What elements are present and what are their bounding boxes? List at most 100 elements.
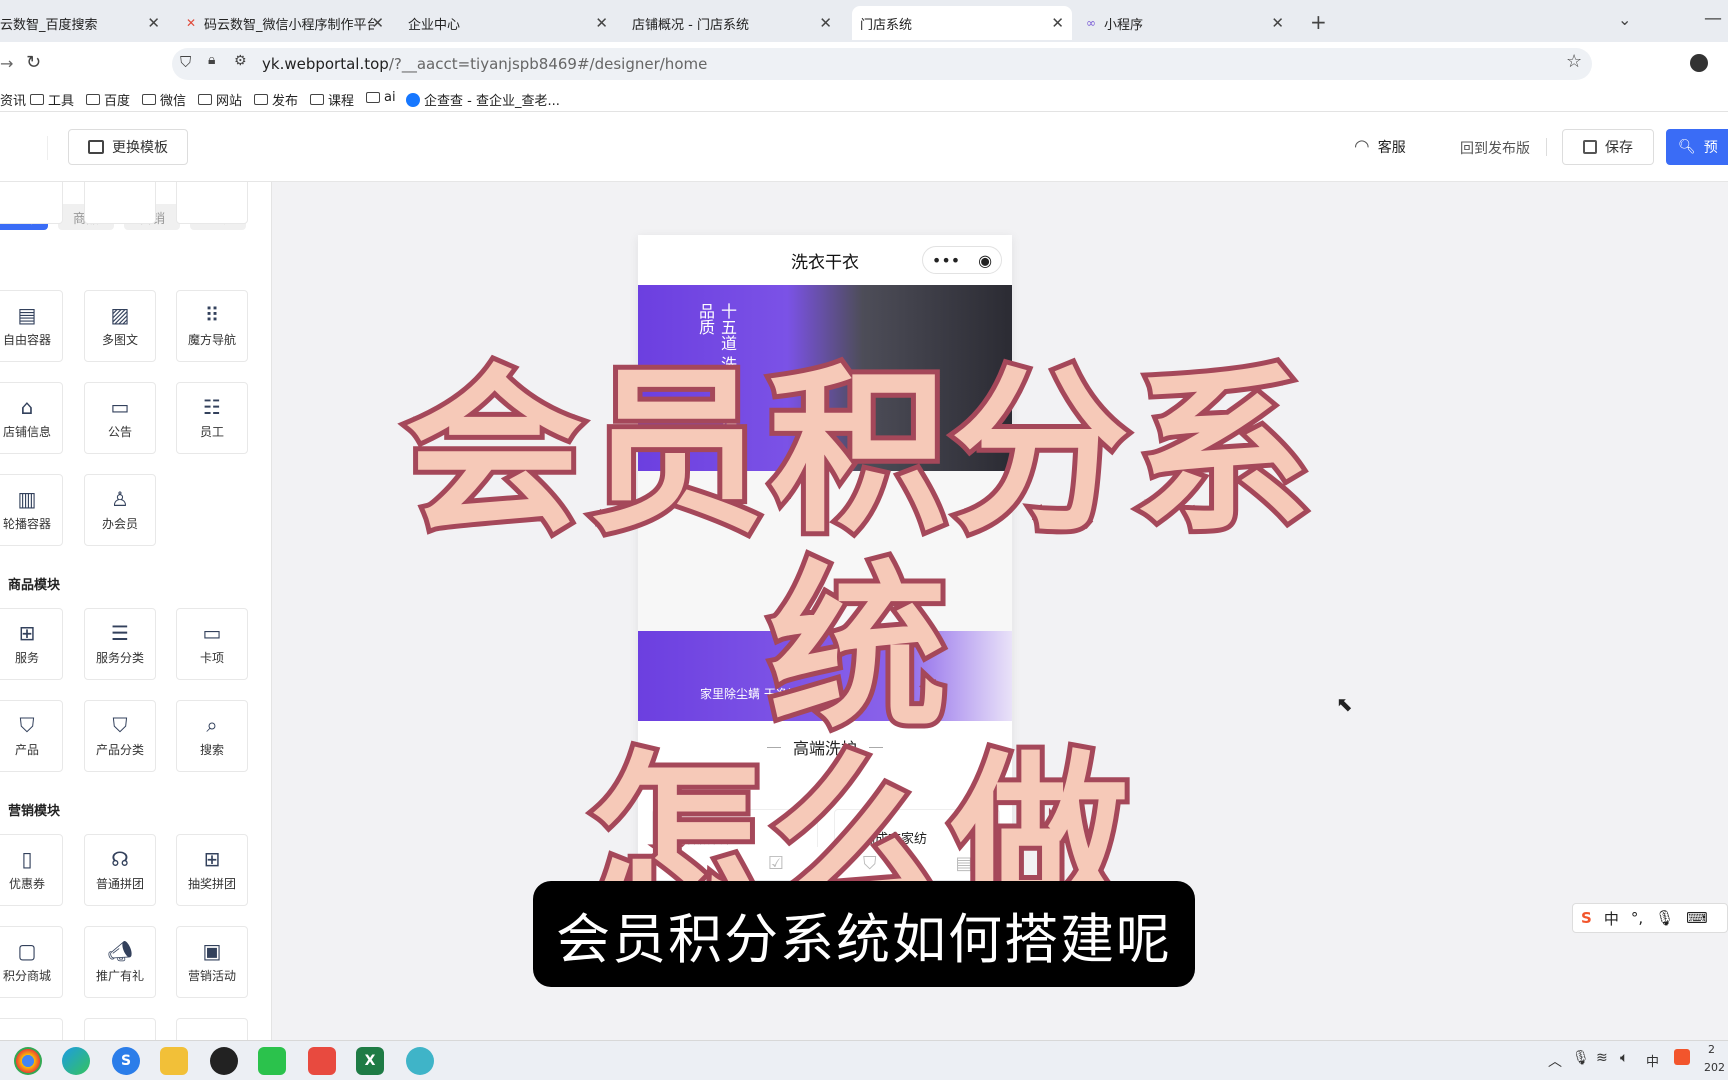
wechat-icon[interactable] [258, 1047, 286, 1075]
volume-icon[interactable]: 🔈︎ [1620, 1050, 1628, 1066]
tab-mini-program[interactable]: ∞ 小程序 ✕ [1076, 6, 1292, 40]
excel-icon[interactable]: X [356, 1047, 384, 1075]
close-icon[interactable]: ✕ [1051, 14, 1064, 32]
component-card[interactable]: ▭ 卡项 [176, 608, 248, 680]
minimize-icon[interactable]: — [1704, 8, 1722, 29]
customer-service-button[interactable]: ◠ 客服 [1354, 136, 1406, 157]
tab-store-system[interactable]: 门店系统 ✕ [852, 6, 1072, 40]
component-tile[interactable] [84, 182, 156, 224]
component-free-container[interactable]: ▤ 自由容器 [0, 290, 63, 362]
bookmark-wechat[interactable]: 微信 [142, 90, 186, 109]
sogou-icon[interactable]: S [1581, 909, 1592, 927]
component-coupon[interactable]: ▯ 优惠券 [0, 834, 63, 906]
points-mall-icon: ▢ [17, 938, 37, 963]
bookmark-baidu[interactable]: 百度 [86, 90, 130, 109]
reload-icon[interactable]: ↻ [26, 52, 41, 73]
close-icon[interactable]: ✕ [371, 14, 384, 32]
component-points-mall[interactable]: ▢ 积分商城 [0, 926, 63, 998]
component-multi-image-text[interactable]: ▨ 多图文 [84, 290, 156, 362]
wifi-icon[interactable]: ≋ [1596, 1050, 1608, 1066]
new-tab-icon[interactable]: + [1310, 10, 1327, 34]
component-carousel[interactable]: ▥ 轮播容器 [0, 474, 63, 546]
component-tile[interactable] [84, 1018, 156, 1040]
close-icon[interactable]: ✕ [147, 14, 160, 32]
bag-icon[interactable]: ⛉ [863, 853, 877, 874]
back-to-published-button[interactable]: 回到发布版 [1460, 138, 1530, 158]
record-icon[interactable]: ◉ [978, 251, 992, 270]
bookmark-ai[interactable]: ai [366, 90, 396, 105]
tab-store-overview[interactable]: 店铺概况 - 门店系统 ✕ [624, 6, 840, 40]
tab-title: 码云数智_微信小程序制作平台_ [204, 17, 374, 33]
component-marketing-activity[interactable]: ▣ 营销活动 [176, 926, 248, 998]
component-search[interactable]: ⌕ 搜索 [176, 700, 248, 772]
shield-icon[interactable]: ⛉ [180, 53, 191, 71]
component-tile[interactable] [176, 1018, 248, 1040]
bookmarks-bar: 资讯 工具 百度 微信 网站 发布 课程 ai 企查查 - 查企业_查老... [0, 86, 1728, 112]
tab-enterprise-center[interactable]: 企业中心 ✕ [400, 6, 616, 40]
component-label: 产品分类 [95, 742, 144, 757]
bookmark-sites[interactable]: 网站 [198, 90, 242, 109]
folder-icon [142, 94, 156, 105]
component-label: 推广有礼 [95, 968, 144, 983]
save-button[interactable]: 保存 [1562, 129, 1654, 165]
file-explorer-icon[interactable] [160, 1047, 188, 1075]
replace-template-button[interactable]: 更换模板 [68, 129, 188, 165]
preview-button[interactable]: 🔍︎ 预 [1666, 129, 1728, 165]
component-store-info[interactable]: ⌂ 店铺信息 [0, 382, 63, 454]
component-service-category[interactable]: ☰ 服务分类 [84, 608, 156, 680]
flower-app-icon[interactable] [406, 1047, 434, 1075]
recorder-icon[interactable] [308, 1047, 336, 1075]
sogou-browser-icon[interactable]: S [112, 1047, 140, 1075]
forward-icon[interactable]: → [0, 54, 13, 73]
clock-date[interactable]: 202 [1704, 1061, 1725, 1074]
keyboard-icon[interactable]: ⌨ [1686, 909, 1708, 927]
close-icon[interactable]: ✕ [819, 14, 832, 32]
component-tile[interactable] [176, 182, 248, 224]
microphone-icon[interactable]: 🎙︎ [1572, 1050, 1590, 1066]
tab-mayun[interactable]: ✕ 码云数智_微信小程序制作平台_ ✕ [176, 6, 392, 40]
component-tile[interactable] [0, 1018, 63, 1040]
bookmark-publish[interactable]: 发布 [254, 90, 298, 109]
tab-baidu-search[interactable]: 云数智_百度搜索 ✕ [0, 6, 168, 40]
component-referral[interactable]: 📣︎ 推广有礼 [84, 926, 156, 998]
bookmark-qichacha[interactable]: 企查查 - 查企业_查老... [406, 90, 560, 109]
banner-image[interactable]: 十五道 洗衣 保证洗衣品质 [638, 285, 1012, 471]
url-field[interactable]: ⛉ 🔒︎ ⚙ yk.webportal.top/?__aacct=tiyanjs… [172, 48, 1592, 80]
close-icon[interactable]: ✕ [595, 14, 608, 32]
component-service[interactable]: ⊞ 服务 [0, 608, 63, 680]
component-product[interactable]: ⛉ 产品 [0, 700, 63, 772]
chrome-icon[interactable] [14, 1047, 42, 1075]
checklist-icon[interactable]: ☑ [768, 853, 784, 874]
tray-ime-language[interactable]: 中 [1646, 1051, 1659, 1070]
capsule-menu[interactable]: ••• ◉ [922, 246, 1002, 274]
close-icon[interactable]: ✕ [1271, 14, 1284, 32]
bookmark-tools[interactable]: 工具 [30, 90, 74, 109]
site-settings-icon[interactable]: ⚙ [234, 53, 247, 69]
home-icon[interactable]: ⌂ [677, 853, 688, 874]
profile-icon[interactable] [1690, 54, 1708, 72]
chevron-down-icon[interactable]: ⌄ [1618, 10, 1631, 29]
qq-icon[interactable] [210, 1047, 238, 1075]
star-icon[interactable]: ☆ [1566, 51, 1582, 72]
component-cube-nav[interactable]: ⠿ 魔方导航 [176, 290, 248, 362]
microphone-icon[interactable]: 🎙︎ [1655, 909, 1674, 927]
component-staff[interactable]: ☷ 员工 [176, 382, 248, 454]
component-lottery-group[interactable]: ⊞ 抽奖拼团 [176, 834, 248, 906]
tray-chevron-icon[interactable]: ︿ [1548, 1051, 1562, 1071]
sogou-tray-icon[interactable] [1674, 1049, 1690, 1065]
component-membership[interactable]: ♙ 办会员 [84, 474, 156, 546]
promo-banner[interactable]: 家里除尘螨 干净过新年 [638, 631, 1012, 721]
bookmark-courses[interactable]: 课程 [310, 90, 354, 109]
punctuation-icon[interactable]: °, [1631, 909, 1643, 927]
component-tile[interactable] [0, 182, 63, 224]
bookmark-news[interactable]: 资讯 [0, 90, 26, 109]
component-product-category[interactable]: ⛉ 产品分类 [84, 700, 156, 772]
component-group-buy[interactable]: ☊ 普通拼团 [84, 834, 156, 906]
component-notice[interactable]: ▭ 公告 [84, 382, 156, 454]
clock-time[interactable]: 2 [1708, 1043, 1715, 1056]
lock-icon[interactable]: 🔒︎ [208, 52, 215, 68]
more-icon[interactable]: ••• [932, 251, 960, 270]
ime-language[interactable]: 中 [1604, 908, 1619, 929]
store-icon[interactable]: ▤ [955, 853, 972, 874]
edge-icon[interactable] [62, 1047, 90, 1075]
